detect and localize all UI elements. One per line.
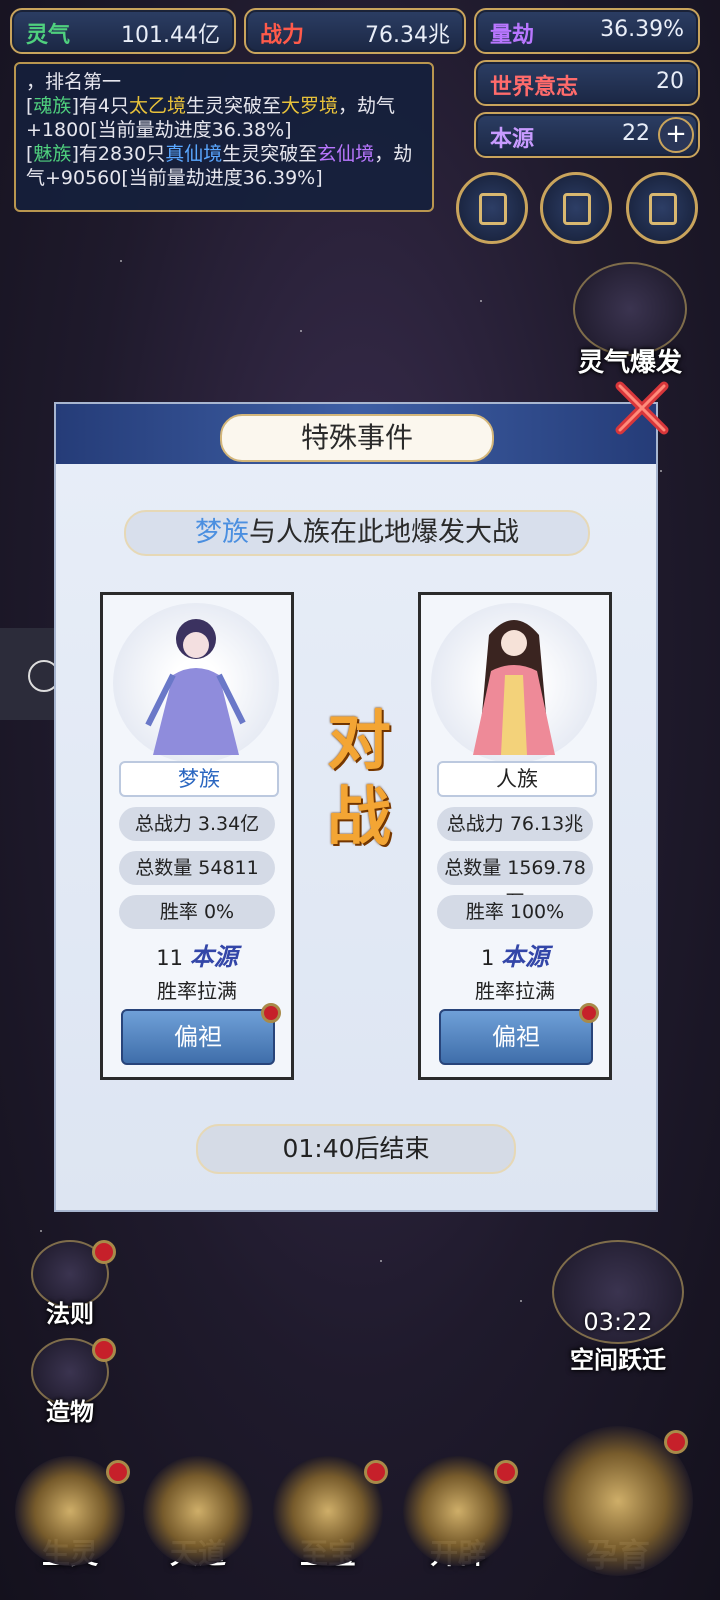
zhanli-value: 76.34兆 — [365, 23, 450, 48]
max-winrate-text: 胜率拉满 — [475, 979, 555, 1003]
benyuan-cost-number: 1 — [480, 946, 495, 970]
flag-icon-button[interactable] — [626, 172, 698, 244]
event-banner: 梦族与人族在此地爆发大战 — [124, 510, 590, 556]
fa-ze-button[interactable]: 法则 — [30, 1240, 116, 1329]
race-name-meng: 梦族 — [119, 761, 279, 797]
realm-name: 大罗境 — [280, 95, 338, 117]
banner-race: 梦族 — [195, 517, 249, 548]
notification-dot — [261, 1003, 281, 1023]
log-text: 生灵突破至 — [222, 143, 318, 165]
win-rate: 胜率 100% — [437, 895, 593, 929]
benyuan-value: 22 — [622, 121, 650, 146]
race-name: 魅族 — [33, 143, 72, 165]
dialog-title: 特殊事件 — [220, 414, 494, 462]
liangjie-stat[interactable]: 量劫 36.39% — [474, 8, 700, 54]
win-rate: 胜率 0% — [119, 895, 275, 929]
shijie-label: 世界意志 — [490, 75, 579, 100]
close-icon[interactable] — [612, 378, 672, 438]
log-message: [魂族]有4只太乙境生灵突破至大罗境，劫气+1800[当前量劫进度36.38%] — [26, 95, 396, 141]
log-text: 有4只 — [78, 95, 129, 117]
space-jump-button[interactable]: 03:22 空间跃迁 — [548, 1240, 688, 1375]
nav-tiandao[interactable]: 天道 — [138, 1456, 258, 1596]
vs-char: 战 — [327, 780, 391, 855]
swirl-icon-button[interactable] — [540, 172, 612, 244]
benyuan-cost-word: 本源 — [501, 942, 550, 971]
zhanli-label: 战力 — [260, 23, 305, 48]
benyuan-label: 本源 — [490, 127, 535, 152]
nav-kaipi[interactable]: 开辟 — [398, 1456, 518, 1596]
log-message: [魅族]有2830只真仙境生灵突破至玄仙境，劫气+90560[当前量劫进度36.… — [26, 143, 413, 189]
race-card-meng: 梦族 总战力 3.34亿 总数量 54811 胜率 0% 11 本源 胜率拉满 … — [100, 592, 294, 1080]
zao-wu-button[interactable]: 造物 — [30, 1338, 116, 1427]
fa-ze-label: 法则 — [46, 1300, 94, 1328]
realm-name: 玄仙境 — [317, 143, 375, 165]
event-log: ，排名第一 [魂族]有4只太乙境生灵突破至大罗境，劫气+1800[当前量劫进度3… — [14, 62, 434, 212]
space-jump-timer: 03:22 — [583, 1308, 653, 1336]
vs-char: 对 — [327, 704, 391, 779]
notification-dot — [92, 1338, 116, 1362]
benyuan-cost: 11 本源 — [103, 937, 291, 972]
event-countdown: 01:40后结束 — [196, 1124, 516, 1174]
race-card-human: 人族 总战力 76.13兆 总数量 1569.78万 胜率 100% 1 本源 … — [418, 592, 612, 1080]
burst-label: 灵气爆发 — [577, 348, 682, 378]
notification-dot — [494, 1460, 518, 1484]
favor-human-button[interactable]: 偏袒 — [439, 1003, 599, 1065]
realm-name: 真仙境 — [165, 143, 223, 165]
favor-label: 偏袒 — [174, 1023, 222, 1051]
special-event-dialog: 特殊事件 梦族与人族在此地爆发大战 梦族 总战力 3.34亿 总数量 54811… — [54, 402, 658, 1212]
shijie-value: 20 — [656, 69, 684, 94]
notification-dot — [92, 1240, 116, 1264]
lingqi-value: 101.44亿 — [121, 23, 220, 48]
race-name-human: 人族 — [437, 761, 597, 797]
card-icon-button[interactable] — [456, 172, 528, 244]
notification-dot — [106, 1460, 130, 1484]
lingqi-burst-button[interactable]: 灵气爆发 — [568, 262, 692, 379]
meng-portrait — [145, 619, 246, 755]
nav-shengling[interactable]: 生灵 — [10, 1456, 130, 1596]
total-count: 总数量 1569.78万 — [437, 851, 593, 913]
notification-dot — [579, 1003, 599, 1023]
space-jump-label: 空间跃迁 — [570, 1346, 666, 1374]
log-text: 生灵突破至 — [185, 95, 281, 117]
lingqi-stat[interactable]: 灵气 101.44亿 — [10, 8, 236, 54]
shijie-stat[interactable]: 世界意志 20 — [474, 60, 700, 106]
liangjie-value: 36.39% — [600, 17, 684, 42]
notification-dot — [664, 1430, 688, 1454]
human-portrait — [473, 620, 555, 755]
favor-meng-button[interactable]: 偏袒 — [121, 1003, 281, 1065]
banner-text: 与人族在此地爆发大战 — [249, 517, 519, 548]
zhanli-stat[interactable]: 战力 76.34兆 — [244, 8, 466, 54]
log-text: 有2830只 — [78, 143, 166, 165]
realm-name: 太乙境 — [128, 95, 186, 117]
liangjie-label: 量劫 — [490, 23, 535, 48]
lingqi-label: 灵气 — [26, 23, 71, 48]
heaven-icon — [143, 1456, 253, 1566]
add-benyuan-button[interactable]: + — [658, 117, 694, 153]
total-power: 总战力 76.13兆 — [437, 807, 593, 841]
race-name: 魂族 — [33, 95, 72, 117]
max-winrate-text: 胜率拉满 — [157, 979, 237, 1003]
total-count: 总数量 54811 — [119, 851, 275, 885]
versus-emblem: 对 战 — [304, 704, 414, 884]
favor-label: 偏袒 — [492, 1023, 540, 1051]
nav-yunyu[interactable]: 孕育 — [538, 1426, 698, 1596]
notification-dot — [364, 1460, 388, 1484]
benyuan-cost-word: 本源 — [189, 942, 238, 971]
nav-zhibao[interactable]: 至宝 — [268, 1456, 388, 1596]
benyuan-cost-number: 11 — [156, 946, 184, 970]
log-line: ，排名第一 — [26, 71, 122, 93]
zao-wu-label: 造物 — [46, 1398, 94, 1426]
benyuan-stat[interactable]: 本源 22 + — [474, 112, 700, 158]
total-power: 总战力 3.34亿 — [119, 807, 275, 841]
benyuan-cost: 1 本源 — [421, 937, 609, 972]
